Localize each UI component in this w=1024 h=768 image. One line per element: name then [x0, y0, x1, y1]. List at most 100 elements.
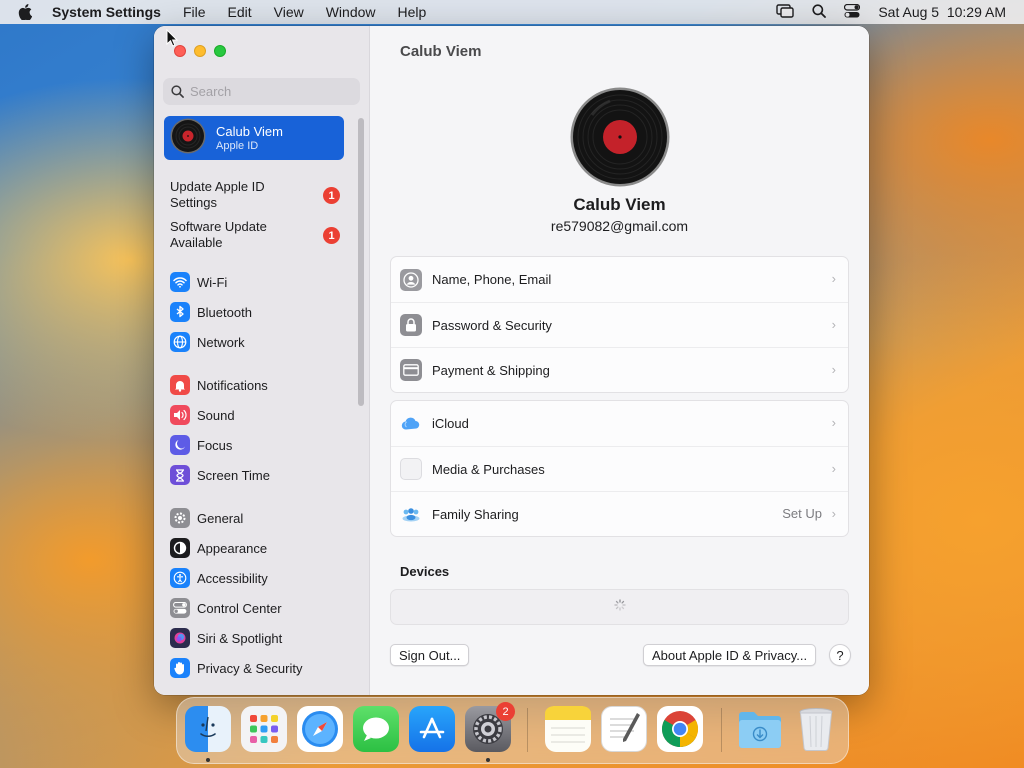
card-icon	[400, 359, 422, 381]
sidebar: Search Calub Viem Apple ID Update Apple …	[154, 26, 370, 695]
sidebar-item-apple-id[interactable]: Calub Viem Apple ID	[164, 116, 344, 160]
sidebar-item-label: Accessibility	[197, 570, 268, 586]
chevron-right-icon: ›	[831, 415, 836, 430]
sidebar-item-label: General	[197, 510, 244, 526]
main-pane: Calub Viem Calub Viem re579082@gmail.com	[370, 26, 869, 695]
sidebar-item-screen-time[interactable]: Screen Time	[170, 464, 270, 486]
about-apple-id-button[interactable]: About Apple ID & Privacy...	[643, 644, 817, 666]
dock-separator	[721, 708, 722, 752]
sidebar-item-label: Sound	[197, 407, 235, 423]
speaker-icon	[170, 405, 190, 425]
sidebar-item-label: Privacy & Security	[197, 660, 303, 676]
sidebar-item-general[interactable]: General	[170, 507, 243, 529]
menu-help[interactable]: Help	[398, 4, 427, 20]
contact-icon	[400, 268, 422, 291]
row-payment-shipping[interactable]: Payment & Shipping ›	[391, 347, 848, 392]
sidebar-item-siri-spotlight[interactable]: Siri & Spotlight	[170, 627, 282, 649]
sidebar-item-accessibility[interactable]: Accessibility	[170, 567, 268, 589]
dock-separator	[527, 708, 528, 752]
row-name-phone-email[interactable]: Name, Phone, Email ›	[391, 257, 848, 302]
family-icon	[400, 503, 422, 525]
row-icloud[interactable]: iCloud ›	[391, 401, 848, 446]
minimize-window-button[interactable]	[194, 45, 206, 57]
notification-badge: 1	[323, 187, 340, 204]
sidebar-scrollbar[interactable]	[358, 118, 364, 406]
menu-view[interactable]: View	[274, 4, 304, 20]
profile-avatar[interactable]	[570, 87, 670, 192]
spotlight-search-icon[interactable]	[812, 3, 827, 21]
sidebar-item-software-update[interactable]: Software Update Available 1	[170, 219, 340, 251]
menu-edit[interactable]: Edit	[228, 4, 252, 20]
row-media-purchases[interactable]: Media & Purchases ›	[391, 446, 848, 491]
sidebar-item-notifications[interactable]: Notifications	[170, 374, 268, 396]
menu-file[interactable]: File	[183, 4, 206, 20]
profile-name: Calub Viem	[573, 195, 666, 214]
row-label: Name, Phone, Email	[432, 272, 552, 287]
chevron-right-icon: ›	[831, 506, 836, 521]
hourglass-icon	[170, 465, 190, 485]
screen-mirroring-icon[interactable]	[776, 3, 795, 21]
messages-icon[interactable]	[353, 706, 399, 752]
sidebar-item-label: Control Center	[197, 600, 282, 616]
control-center-icon[interactable]	[844, 3, 861, 21]
search-input[interactable]: Search	[163, 78, 360, 105]
textedit-icon[interactable]	[601, 706, 647, 752]
avatar	[170, 118, 206, 159]
app-store-icon[interactable]	[409, 706, 455, 752]
devices-heading: Devices	[400, 564, 450, 579]
control-center-icon	[170, 598, 190, 618]
wifi-icon	[170, 272, 190, 292]
sidebar-item-privacy-security[interactable]: Privacy & Security	[170, 657, 302, 679]
sign-out-button[interactable]: Sign Out...	[390, 644, 470, 666]
downloads-folder-icon[interactable]	[737, 706, 783, 752]
accessibility-icon	[170, 568, 190, 588]
sidebar-item-appearance[interactable]: Appearance	[170, 537, 267, 559]
sidebar-item-wifi[interactable]: Wi-Fi	[170, 271, 227, 293]
notice-label: Software Update Available	[170, 219, 267, 250]
menu-app-name[interactable]: System Settings	[52, 4, 161, 20]
apple-menu-icon[interactable]	[18, 4, 36, 20]
dock: 2	[176, 697, 849, 764]
chrome-icon[interactable]	[657, 706, 703, 752]
sidebar-item-label: Screen Time	[197, 467, 270, 483]
appearance-icon	[170, 538, 190, 558]
set-up-label: Set Up	[782, 506, 822, 521]
row-family-sharing[interactable]: Family Sharing Set Up ›	[391, 491, 848, 536]
devices-list	[390, 589, 849, 625]
safari-icon[interactable]	[297, 706, 343, 752]
system-settings-window: Search Calub Viem Apple ID Update Apple …	[154, 26, 869, 695]
row-label: Family Sharing	[432, 506, 519, 522]
sidebar-item-bluetooth[interactable]: Bluetooth	[170, 301, 252, 323]
account-settings-group: Name, Phone, Email › Password & Security…	[390, 256, 849, 393]
search-placeholder: Search	[190, 84, 232, 99]
launchpad-icon[interactable]	[241, 706, 287, 752]
moon-icon	[170, 435, 190, 455]
sidebar-item-label: Siri & Spotlight	[197, 630, 283, 646]
help-button[interactable]: ?	[829, 644, 851, 666]
chevron-right-icon: ›	[831, 271, 836, 286]
trash-icon[interactable]	[793, 706, 839, 752]
menu-window[interactable]: Window	[326, 4, 376, 20]
row-label: Payment & Shipping	[432, 362, 550, 378]
icloud-icon	[400, 413, 422, 435]
sidebar-item-focus[interactable]: Focus	[170, 434, 232, 456]
sidebar-item-network[interactable]: Network	[170, 331, 245, 353]
system-settings-running-indicator	[486, 758, 490, 762]
row-label: iCloud	[432, 416, 469, 431]
sidebar-item-label: Network	[197, 334, 245, 350]
window-controls	[174, 45, 226, 57]
sidebar-item-update-apple-id[interactable]: Update Apple ID Settings 1	[170, 179, 340, 211]
zoom-window-button[interactable]	[214, 45, 226, 57]
menu-clock[interactable]: Sat Aug 5 10:29 AM	[878, 4, 1006, 20]
notification-badge: 1	[323, 227, 340, 244]
row-password-security[interactable]: Password & Security ›	[391, 302, 848, 347]
sidebar-item-control-center[interactable]: Control Center	[170, 597, 282, 619]
finder-icon[interactable]	[185, 706, 231, 752]
gear-icon	[170, 508, 190, 528]
sidebar-item-label: Wi-Fi	[197, 274, 228, 290]
notice-label: Update Apple ID Settings	[170, 179, 265, 210]
sidebar-item-sound[interactable]: Sound	[170, 404, 235, 426]
media-icon	[400, 458, 422, 480]
lock-icon	[400, 314, 422, 336]
notes-icon[interactable]	[545, 706, 591, 752]
